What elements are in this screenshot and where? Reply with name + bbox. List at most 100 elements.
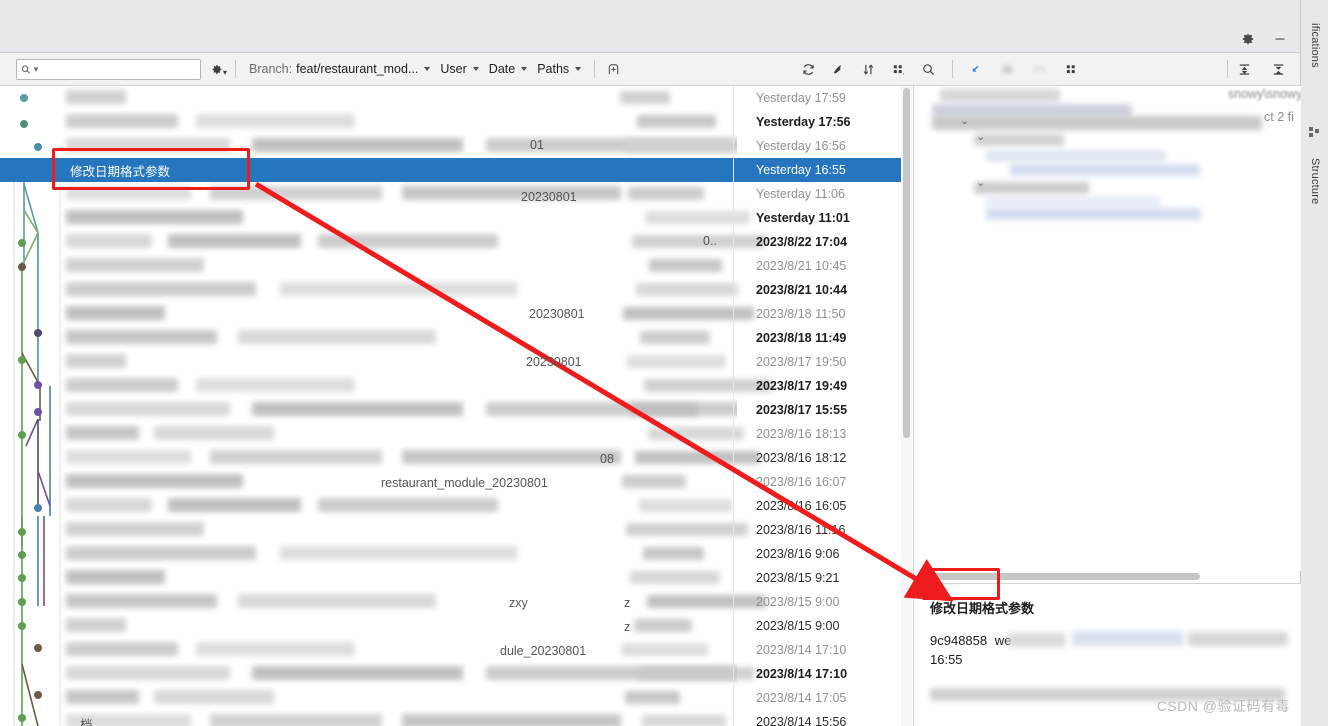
refresh-icon[interactable] [800,61,816,77]
redacted-author-block [624,139,732,152]
rail-tab-structure[interactable]: Structure [1301,146,1328,216]
commit-list[interactable]: Yesterday 17:59 Yesterday 17:56 Yesterday … [0,86,912,726]
redacted-text-block [168,234,301,248]
search-field[interactable] [41,61,196,77]
redacted-text-block [154,690,274,704]
commit-row[interactable]: Yesterday 16:56 [0,134,912,158]
paths-filter-label: Paths [537,62,570,76]
search-icon [21,64,30,73]
commit-subject-cell [60,254,737,278]
columns-icon[interactable] [890,61,906,77]
commit-date-cell: 2023/8/16 18:12 [756,451,847,465]
tree-horizontal-scrollbar[interactable] [920,573,1200,580]
commit-row[interactable]: Yesterday 11:01 [0,206,912,230]
toolbar-separator-4 [1227,60,1228,78]
redacted-text-block [66,642,178,656]
highlight-my-commits-icon[interactable] [830,61,846,77]
commit-date-cell: 2023/8/17 15:55 [756,403,848,417]
commit-row[interactable]: Yesterday 17:56 [0,110,912,134]
commit-row[interactable]: Yesterday 11:06 [0,182,912,206]
commit-row[interactable]: 2023/8/16 18:13 [0,422,912,446]
window-secondary-strip [0,26,1300,52]
commit-list-scrollbar[interactable] [901,86,912,726]
commit-row[interactable]: 2023/8/15 9:00 [0,590,912,614]
new-tab-icon[interactable] [605,61,621,77]
expand-all-icon[interactable] [1236,61,1252,77]
commit-row[interactable]: Yesterday 17:59 [0,86,912,110]
search-history-caret[interactable]: ▾ [34,64,39,75]
commit-row[interactable]: 2023/8/17 15:55 [0,398,912,422]
chevron-down-icon[interactable]: ⌄ [976,130,985,143]
commit-date-cell: 2023/8/16 11:16 [756,523,846,537]
redacted-text-block [66,498,152,512]
commit-row[interactable]: 2023/8/14 17:10 [0,662,912,686]
commit-row[interactable]: 2023/8/16 9:06 [0,542,912,566]
commit-list-scroll-thumb[interactable] [903,88,910,438]
commit-subject-cell [60,662,737,686]
branch-filter[interactable]: Branch: feat/restaurant_mod... [244,60,435,78]
commit-row[interactable]: 2023/8/18 11:50 [0,302,912,326]
user-filter[interactable]: User [435,60,483,78]
blurred-icon-1[interactable] [999,61,1015,77]
redacted-text-block [168,498,301,512]
commit-time: 16:55 [930,652,963,667]
commit-row[interactable]: 2023/8/21 10:45 [0,254,912,278]
column-divider[interactable] [733,86,734,726]
redacted-text-block [402,714,621,726]
redacted-author-block [620,91,670,104]
visible-text-fragment: 20230801 [529,307,585,321]
redacted-text-block [66,258,204,272]
commit-row[interactable]: 2023/8/15 9:00 [0,614,912,638]
grid-icon[interactable] [1063,61,1079,77]
commit-date-cell: Yesterday 11:01 [756,211,850,225]
commit-row[interactable]: 2023/8/14 17:05 [0,686,912,710]
chevron-down-icon[interactable]: ⌄ [960,114,969,127]
chevron-down-icon [521,67,528,71]
rail-tab-notifications[interactable]: ifications [1301,2,1328,88]
tree-blur-row [932,116,1262,130]
tree-count-fragment: ct 2 fi [1264,110,1294,124]
commit-hash[interactable]: 9c948858 [930,633,987,648]
commit-subject-cell [60,374,737,398]
commit-row[interactable]: 2023/8/18 11:49 [0,326,912,350]
blurred-icon-2[interactable] [1031,61,1047,77]
commit-date-cell: 2023/8/16 18:13 [756,427,847,441]
paths-filter[interactable]: Paths [532,60,586,78]
minimize-icon[interactable] [1272,31,1288,47]
commit-row[interactable]: 2023/8/14 15:56 [0,710,912,726]
find-icon[interactable] [920,61,936,77]
commit-row[interactable]: 2023/8/14 17:10 [0,638,912,662]
redacted-author-block [626,523,748,536]
commit-row[interactable]: 2023/8/22 17:04 [0,230,912,254]
commit-row[interactable]: 2023/8/15 9:21 [0,566,912,590]
tree-blur-row [986,196,1161,207]
structure-icon [1301,120,1328,146]
commit-date-cell: 2023/8/18 11:49 [756,331,847,345]
commit-row[interactable]: 2023/8/17 19:49 [0,374,912,398]
chevron-down-icon[interactable]: ⌄ [976,176,985,189]
toolbar-settings-icon[interactable]: ▾ [211,61,227,77]
commit-date-cell: 2023/8/14 17:10 [756,643,847,657]
commit-date-cell: Yesterday 17:56 [756,115,851,129]
collapse-all-icon[interactable] [1270,61,1286,77]
changed-files-tree[interactable]: ⌄ ⌄ ⌄ snowy\snowy- ct 2 fi [914,86,1301,571]
gear-icon[interactable] [1240,31,1256,47]
app-window: ifications Structure ▾ ▾ Branch: feat/re… [0,0,1328,726]
redacted-text-block [66,690,139,704]
collapse-arrow-icon[interactable] [967,61,983,77]
redacted-text-block [66,330,217,344]
commit-row[interactable]: 2023/8/16 18:12 [0,446,912,470]
redacted-author-block [622,475,686,488]
commit-row-selected[interactable]: 修改日期格式参数 Yesterday 16:55 [0,158,912,182]
tree-blur-row [974,134,1064,146]
commit-row[interactable]: 2023/8/16 16:05 [0,494,912,518]
redacted-text-block [252,138,463,152]
visible-text-fragment: 0.. [703,234,717,248]
sort-icon[interactable] [860,61,876,77]
commit-row[interactable]: 2023/8/17 19:50 [0,350,912,374]
commit-row[interactable]: 2023/8/21 10:44 [0,278,912,302]
commit-row[interactable]: 2023/8/16 11:16 [0,518,912,542]
search-input[interactable]: ▾ [16,58,201,80]
date-filter[interactable]: Date [484,60,532,78]
commit-date-cell: 2023/8/16 9:06 [756,547,840,561]
